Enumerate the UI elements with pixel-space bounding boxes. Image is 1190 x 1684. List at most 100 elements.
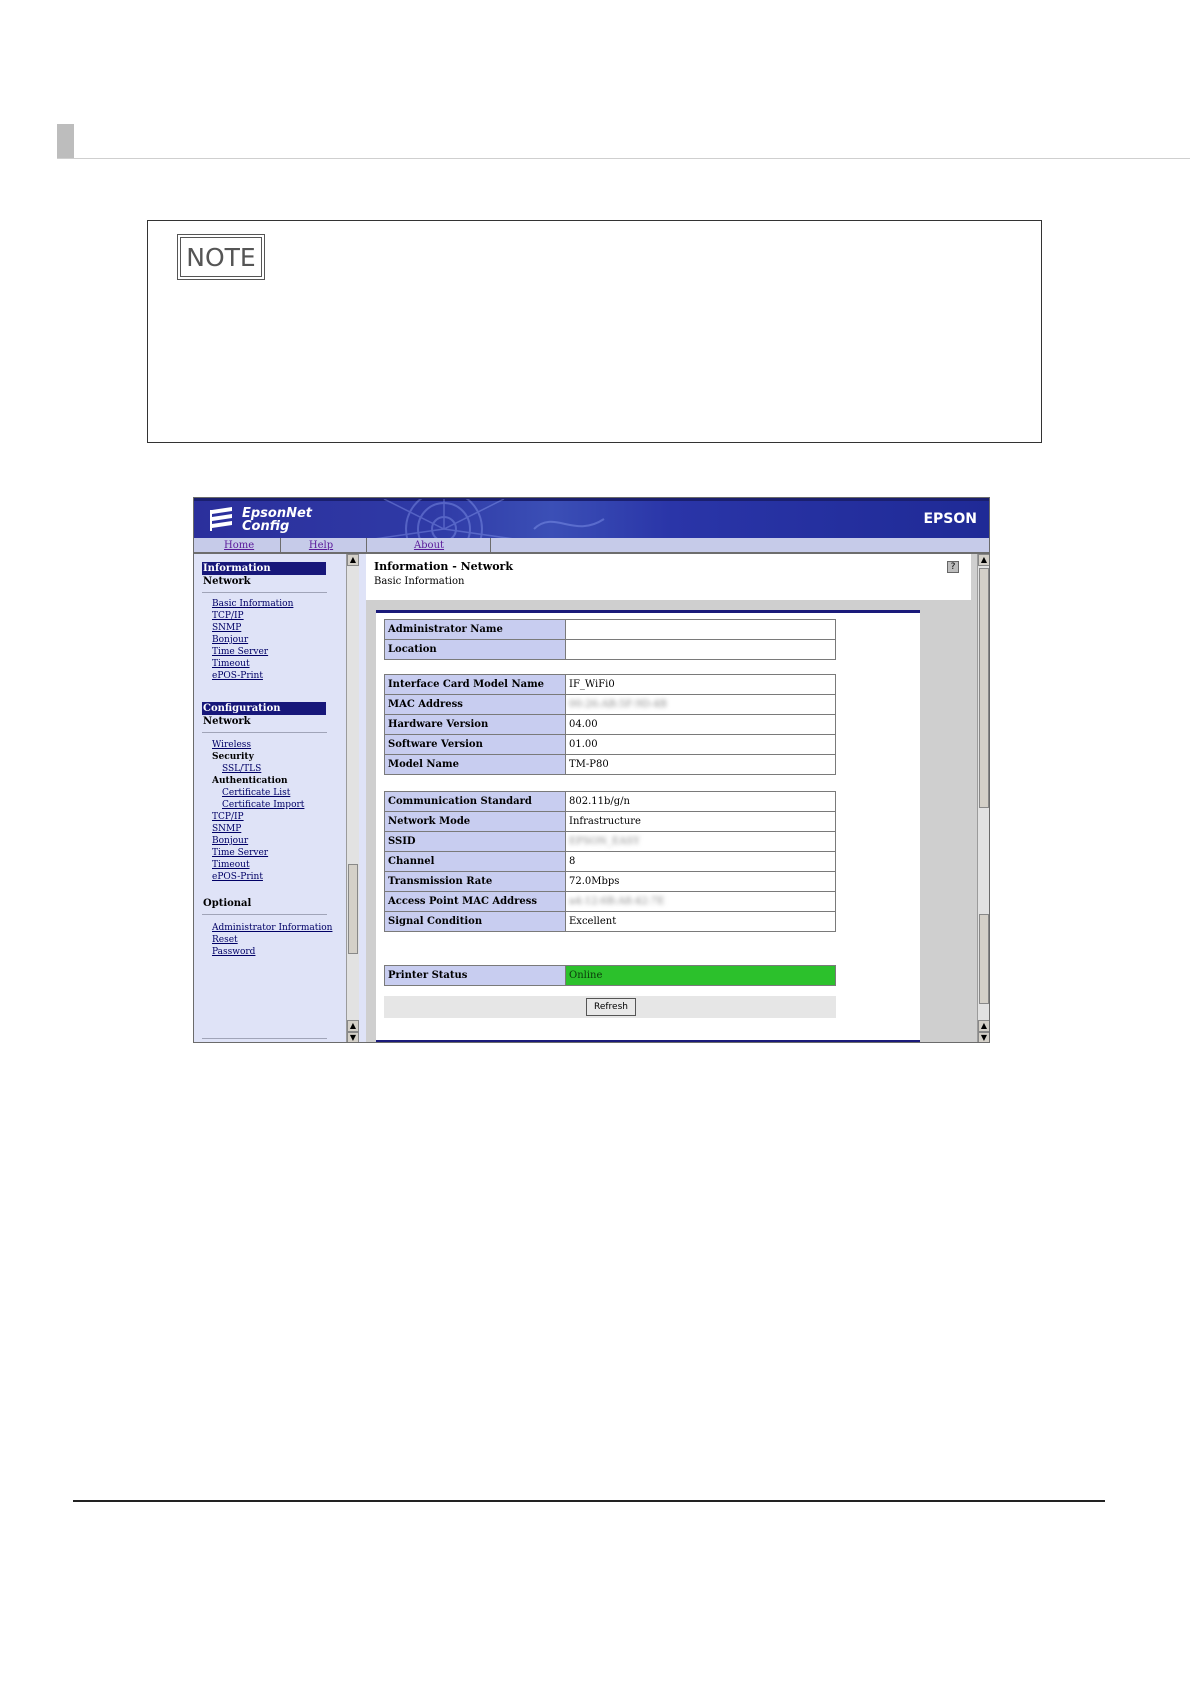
sidebar-scroll-thumb[interactable] <box>348 864 358 954</box>
row-label-model-name: Model Name <box>384 754 566 775</box>
row-label-transmission-rate: Transmission Rate <box>384 871 566 892</box>
header-decoration <box>373 499 605 539</box>
row-label-printer-status: Printer Status <box>384 965 566 986</box>
sidebar-link-certificate-list[interactable]: Certificate List <box>222 788 290 798</box>
row-label-network-mode: Network Mode <box>384 811 566 832</box>
sidebar-label-authentication: Authentication <box>212 776 288 786</box>
status-table: Printer Status Online <box>384 965 836 986</box>
row-label-access-point-mac: Access Point MAC Address <box>384 891 566 912</box>
scroll-up-icon[interactable]: ▲ <box>978 1020 989 1032</box>
sidebar-link-snmp-config[interactable]: SNMP <box>212 824 241 834</box>
sidebar: Information Network Basic Information TC… <box>194 554 366 1042</box>
help-icon[interactable]: ? <box>947 561 959 573</box>
blurred-mac-address: 00:26:AB:5F:9D:4B <box>569 699 667 710</box>
refresh-button[interactable]: Refresh <box>586 998 636 1016</box>
row-value-ssid: EPSON_EASY <box>565 831 836 852</box>
table-row: Software Version 01.00 <box>384 734 836 755</box>
row-value-administrator-name <box>565 619 836 640</box>
nav-separator <box>490 538 491 554</box>
sidebar-link-tcpip[interactable]: TCP/IP <box>212 611 244 621</box>
status-badge: Online <box>565 965 836 986</box>
sidebar-link-certificate-import[interactable]: Certificate Import <box>222 800 304 810</box>
main-inner: Information - Network Basic Information … <box>366 554 971 1042</box>
scroll-up-icon[interactable]: ▲ <box>347 1020 359 1032</box>
row-value-channel: 8 <box>565 851 836 872</box>
row-label-software-version: Software Version <box>384 734 566 755</box>
main-content: Information - Network Basic Information … <box>366 554 989 1042</box>
sidebar-link-epos-print-config[interactable]: ePOS-Print <box>212 872 263 882</box>
table-row: Signal Condition Excellent <box>384 911 836 932</box>
row-value-access-point-mac: a4:12:6B:A8:42:7E <box>565 891 836 912</box>
table-row: Administrator Name <box>384 619 836 640</box>
table-row: Transmission Rate 72.0Mbps <box>384 871 836 892</box>
sidebar-link-snmp[interactable]: SNMP <box>212 623 241 633</box>
note-label: NOTE <box>177 234 265 280</box>
sidebar-link-timeout[interactable]: Timeout <box>212 659 250 669</box>
table-row: Model Name TM-P80 <box>384 754 836 775</box>
app-header: EpsonNet Config EPSON <box>194 498 989 539</box>
nav-home-link[interactable]: Home <box>224 539 254 553</box>
sidebar-divider <box>202 732 327 733</box>
sidebar-link-time-server[interactable]: Time Server <box>212 647 268 657</box>
table-row: Hardware Version 04.00 <box>384 714 836 735</box>
scroll-down-icon[interactable]: ▼ <box>978 1032 989 1042</box>
sidebar-link-basic-information[interactable]: Basic Information <box>212 599 293 609</box>
admin-table: Administrator Name Location <box>384 619 836 660</box>
sidebar-link-bonjour-config[interactable]: Bonjour <box>212 836 248 846</box>
row-label-location: Location <box>384 639 566 660</box>
sidebar-heading-information: Information <box>202 562 326 575</box>
sidebar-scrollbar[interactable]: ▲ ▲ ▼ <box>346 554 359 1042</box>
nav-separator <box>280 538 281 554</box>
row-label-communication-standard: Communication Standard <box>384 791 566 812</box>
row-label-hardware-version: Hardware Version <box>384 714 566 735</box>
sidebar-link-tcpip-config[interactable]: TCP/IP <box>212 812 244 822</box>
page-title: Information - Network <box>374 560 513 573</box>
main-scrollbar[interactable]: ▲ ▲ ▼ <box>977 554 989 1042</box>
content-panel: Administrator Name Location Interface Ca… <box>376 610 920 1042</box>
row-value-model-name: TM-P80 <box>565 754 836 775</box>
row-value-mac-address: 00:26:AB:5F:9D:4B <box>565 694 836 715</box>
sidebar-link-time-server-config[interactable]: Time Server <box>212 848 268 858</box>
content-bottom-divider <box>376 1040 920 1042</box>
main-scroll-thumb[interactable] <box>979 568 989 808</box>
row-label-administrator-name: Administrator Name <box>384 619 566 640</box>
sidebar-subheading-optional: Optional <box>203 898 252 909</box>
section-marker <box>57 124 74 158</box>
sidebar-divider <box>202 914 327 915</box>
section-divider <box>57 158 1190 159</box>
blurred-ssid: EPSON_EASY <box>569 836 640 847</box>
sidebar-heading-configuration: Configuration <box>202 702 326 715</box>
sidebar-link-wireless[interactable]: Wireless <box>212 740 251 750</box>
scroll-down-icon[interactable]: ▼ <box>347 1032 359 1042</box>
nav-bar: Home Help About <box>194 538 989 554</box>
sidebar-link-administrator-information[interactable]: Administrator Information <box>212 923 332 933</box>
row-label-interface-card-model: Interface Card Model Name <box>384 674 566 695</box>
row-value-network-mode: Infrastructure <box>565 811 836 832</box>
row-label-signal-condition: Signal Condition <box>384 911 566 932</box>
epson-logo-icon <box>210 507 232 531</box>
main-header-area: Information - Network Basic Information … <box>366 554 971 600</box>
row-value-location <box>565 639 836 660</box>
table-row: Printer Status Online <box>384 965 836 986</box>
brand-line-2: Config <box>242 519 290 534</box>
vendor-logo: EPSON <box>923 511 977 527</box>
sidebar-link-password[interactable]: Password <box>212 947 255 957</box>
footer-divider <box>73 1500 1105 1502</box>
nav-help-link[interactable]: Help <box>306 539 336 553</box>
sidebar-link-timeout-config[interactable]: Timeout <box>212 860 250 870</box>
sidebar-link-reset[interactable]: Reset <box>212 935 238 945</box>
sidebar-subheading-network: Network <box>203 576 251 587</box>
table-row: Channel 8 <box>384 851 836 872</box>
nav-about-link[interactable]: About <box>412 539 446 553</box>
sidebar-label-security: Security <box>212 752 254 762</box>
scroll-up-icon[interactable]: ▲ <box>978 554 989 566</box>
sidebar-link-ssl-tls[interactable]: SSL/TLS <box>222 764 261 774</box>
table-row: Location <box>384 639 836 660</box>
sidebar-link-bonjour[interactable]: Bonjour <box>212 635 248 645</box>
row-label-mac-address: MAC Address <box>384 694 566 715</box>
scroll-up-icon[interactable]: ▲ <box>347 554 359 566</box>
row-value-signal-condition: Excellent <box>565 911 836 932</box>
sidebar-link-epos-print[interactable]: ePOS-Print <box>212 671 263 681</box>
main-scroll-thumb-lower[interactable] <box>979 914 989 1004</box>
refresh-row: Refresh <box>384 996 836 1018</box>
